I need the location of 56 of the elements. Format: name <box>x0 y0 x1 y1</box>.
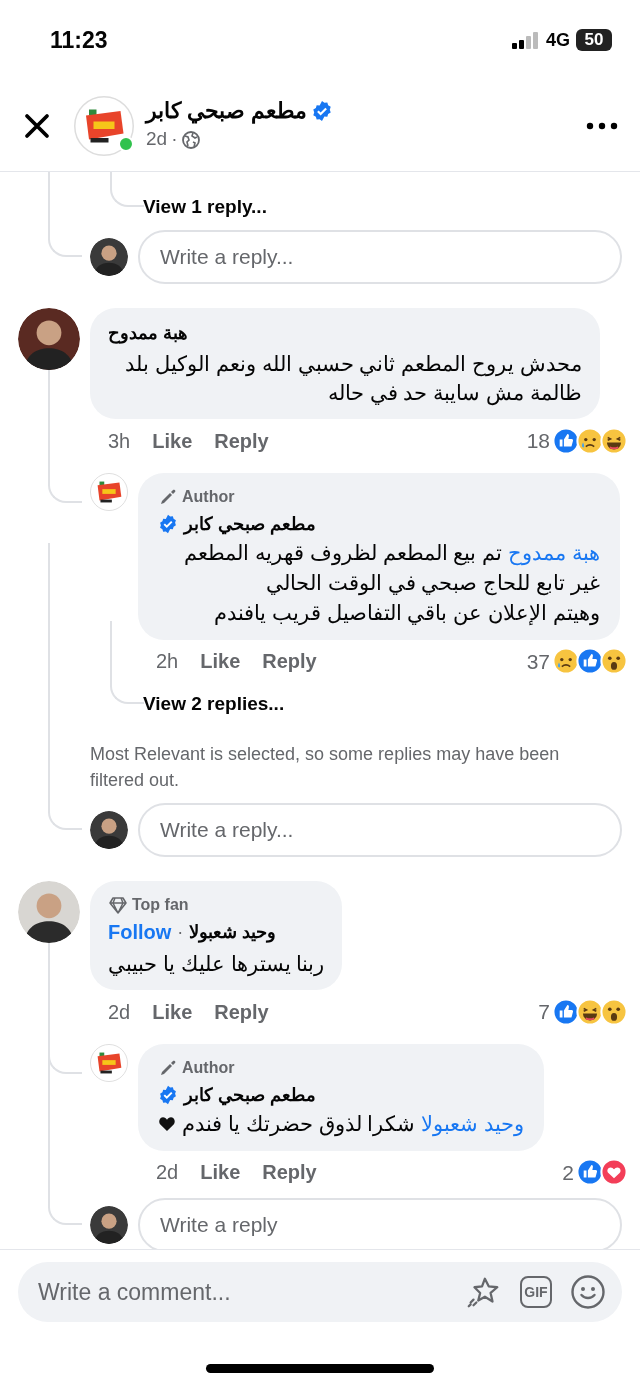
page-name[interactable]: مطعم صبحي كابر <box>146 97 308 126</box>
comment-input-field[interactable]: Write a comment... GIF <box>18 1262 622 1322</box>
page-avatar <box>90 472 128 511</box>
view-replies-link[interactable]: View 1 reply... <box>143 194 267 220</box>
reply-input-field[interactable]: Write a reply... <box>138 803 622 857</box>
page-avatar <box>74 95 134 156</box>
comment-time: 2d <box>108 999 131 1025</box>
reaction-count: 37 <box>526 648 550 675</box>
like-button[interactable]: Like <box>200 646 241 677</box>
gif-button[interactable]: GIF <box>520 1276 552 1308</box>
separator-dot: · <box>177 920 184 944</box>
badge-label: Author <box>182 486 235 507</box>
post-time: 2d <box>146 127 168 152</box>
page-avatar <box>90 1043 128 1082</box>
user-avatar <box>90 811 128 849</box>
reaction-count: 2 <box>562 1159 574 1186</box>
comment-time: 2d <box>156 1160 179 1186</box>
like-button[interactable]: Like <box>200 1157 241 1188</box>
mention-link[interactable]: وحيد شعبولا <box>421 1111 525 1135</box>
view-replies-link[interactable]: View 2 replies... <box>143 691 285 717</box>
reply-input-field[interactable]: Write a reply... <box>138 230 622 284</box>
signal-icon <box>512 31 540 49</box>
filter-notice: Most Relevant is selected, so some replies may have been filtered out. <box>90 743 561 792</box>
reaction-count: 18 <box>526 428 550 454</box>
network-type: 4G <box>546 28 570 52</box>
comment-time: 3h <box>108 428 131 454</box>
reply-button[interactable]: Reply <box>214 425 269 456</box>
battery-level: 50 <box>576 29 612 51</box>
commenter-name[interactable]: مطعم صبحي كابر <box>184 510 316 538</box>
reply-input-field[interactable]: Write a reply <box>138 1198 622 1249</box>
emoji-icon <box>570 1274 606 1310</box>
diamond-icon <box>108 895 128 915</box>
reply-text: هبة ممدوح تم بيع المطعم لظروف قهريه المطعم غير تابع للحاج صبحي في الوقت الحالي وهيتم الإعلان عن باقي التفاصيل قريب يافندم <box>183 539 600 628</box>
reply-button[interactable]: Reply <box>262 646 317 677</box>
user-avatar <box>90 1206 128 1244</box>
like-button[interactable]: Like <box>152 425 193 456</box>
clock-time: 11:23 <box>50 25 108 55</box>
comment-text: ربنا يسترها عليك يا حبيبي <box>108 951 325 978</box>
comment-time: 2h <box>156 649 179 675</box>
reply-text: وحيد شعبولا شكرا لذوق حضرتك يا فندم <box>182 1110 525 1139</box>
reaction-count: 7 <box>538 999 550 1025</box>
reply-button[interactable]: Reply <box>262 1157 317 1188</box>
globe-icon <box>181 129 202 150</box>
like-button[interactable]: Like <box>152 996 193 1027</box>
follow-link[interactable]: Follow <box>108 917 172 947</box>
reply-button[interactable]: Reply <box>214 996 269 1027</box>
user-avatar <box>90 238 128 276</box>
commenter-name[interactable]: هبة ممدوح <box>108 320 188 347</box>
separator-dot: · <box>171 127 178 152</box>
commenter-name[interactable]: مطعم صبحي كابر <box>184 1081 316 1109</box>
mention-link[interactable]: هبة ممدوح <box>508 540 600 564</box>
commenter-name[interactable]: وحيد شعبولا <box>189 918 277 946</box>
more-options-icon <box>586 121 618 130</box>
badge-label: Top fan <box>132 895 189 915</box>
badge-label: Author <box>182 1057 235 1078</box>
comment-text: محدش يروح المطعم ثاني حسبي الله ونعم الوكيل بلد ظالمة مش سايبة حد في حاله <box>124 351 582 407</box>
